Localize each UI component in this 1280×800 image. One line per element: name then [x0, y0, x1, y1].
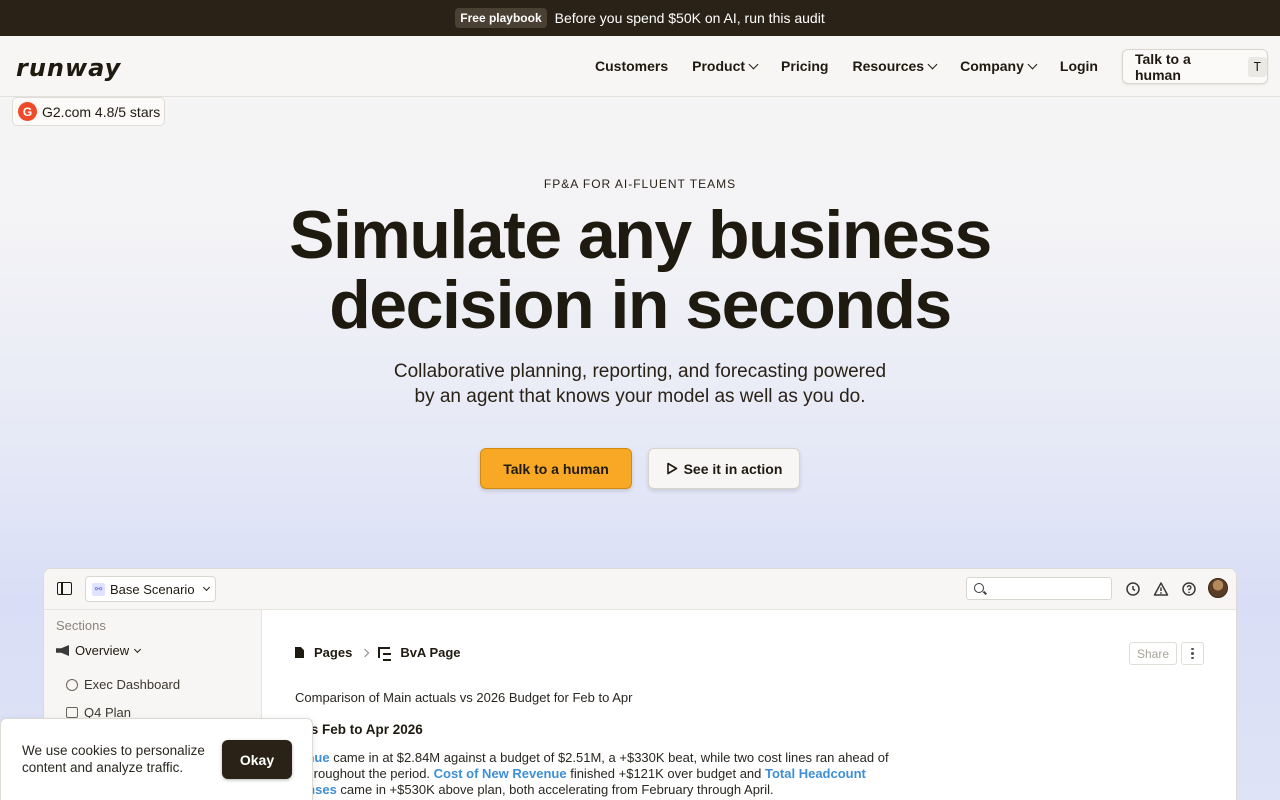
warning-icon[interactable]	[1152, 580, 1169, 597]
tree-icon	[378, 647, 392, 661]
nav-pricing[interactable]: Pricing	[781, 58, 828, 74]
nav-customers[interactable]: Customers	[595, 58, 668, 74]
doc-paragraph: venue came in at $2.84M against a budget…	[292, 750, 912, 798]
scenario-label: Base Scenario	[110, 581, 195, 597]
nav-login-label: Login	[1059, 58, 1098, 74]
sidebar-item-overview[interactable]: Overview	[56, 643, 142, 658]
chevron-down-icon	[202, 583, 210, 592]
scenario-icon: ⚯	[92, 582, 105, 596]
announcement-pill[interactable]: Free playbook	[455, 8, 547, 28]
hero-title-line1: Simulate any business	[289, 197, 992, 273]
doc-intro: Comparison of Main actuals vs 2026 Budge…	[295, 690, 633, 705]
more-options-icon[interactable]	[1181, 642, 1204, 665]
nav-pricing-label: Pricing	[781, 58, 829, 74]
hero-title: Simulate any business decision in second…	[0, 200, 1280, 340]
hero-subtitle-line1: Collaborative planning, reporting, and f…	[393, 361, 887, 382]
doc-text: came in +$530K above plan, both accelera…	[336, 782, 774, 797]
scenario-selector[interactable]: ⚯ Base Scenario	[85, 576, 216, 602]
nav-resources[interactable]: Resources	[852, 58, 938, 74]
cookie-banner: We use cookies to personalize content an…	[0, 718, 313, 800]
share-button[interactable]: Share	[1129, 642, 1177, 665]
see-it-in-action-button[interactable]: See it in action	[648, 448, 800, 489]
megaphone-icon	[56, 645, 69, 656]
play-icon	[666, 462, 678, 475]
breadcrumb-bva-page[interactable]: BvA Page	[400, 645, 460, 660]
talk-to-human-hero-button[interactable]: Talk to a human	[480, 448, 632, 489]
announcement-message[interactable]: Before you spend $50K on AI, run this au…	[555, 10, 825, 26]
keyboard-shortcut-badge: T	[1247, 56, 1267, 77]
doc-heading: tals Feb to Apr 2026	[295, 722, 423, 737]
doc-text: n throughout the period.	[292, 766, 434, 781]
logo[interactable]: runway	[16, 54, 121, 82]
hero-title-line2: decision in seconds	[329, 267, 952, 343]
dashboard-icon	[66, 678, 78, 691]
chevron-down-icon	[1027, 59, 1038, 69]
cost-of-new-revenue-link[interactable]: Cost of New Revenue	[434, 766, 567, 781]
nav-company[interactable]: Company	[960, 58, 1038, 74]
nav-company-label: Company	[960, 58, 1024, 74]
g2-rating-text: G2.com 4.8/5 stars	[42, 103, 161, 120]
see-it-in-action-label: See it in action	[683, 460, 783, 477]
announcement-bar[interactable]: Free playbook Before you spend $50K on A…	[0, 0, 1280, 36]
app-toolbar: ⚯ Base Scenario	[44, 569, 1236, 610]
sidebar-toggle-icon[interactable]	[57, 582, 72, 595]
search-icon	[974, 583, 984, 593]
help-icon[interactable]	[1180, 580, 1197, 597]
chevron-right-icon	[361, 648, 370, 657]
breadcrumb: Pages BvA Page	[295, 645, 461, 661]
g2-logo-icon: G	[18, 102, 37, 121]
nav-product-label: Product	[692, 58, 746, 74]
nav-resources-label: Resources	[852, 58, 925, 74]
g2-rating-badge[interactable]: G G2.com 4.8/5 stars	[12, 97, 165, 126]
nav-login[interactable]: Login	[1060, 58, 1098, 74]
sidebar-item-label: Overview	[75, 643, 130, 658]
page-icon	[295, 647, 304, 658]
calendar-icon	[66, 707, 78, 718]
doc-text: finished +$121K over budget and	[566, 766, 765, 781]
breadcrumb-pages[interactable]: Pages	[314, 645, 352, 660]
doc-text: came in at $2.84M against a budget of $2…	[329, 750, 889, 765]
app-document: Pages BvA Page Share Comparison of Main …	[262, 610, 1236, 800]
chevron-down-icon	[927, 59, 938, 69]
talk-to-human-label: Talk to a human	[1135, 50, 1191, 83]
site-header: runway Customers Product Pricing Resourc…	[0, 36, 1280, 97]
hero-subtitle-line2: by an agent that knows your model as wel…	[414, 386, 866, 407]
cookie-okay-button[interactable]: Okay	[222, 740, 292, 779]
main-nav: Customers Product Pricing Resources Comp…	[595, 36, 1098, 96]
sections-label: Sections	[56, 618, 106, 633]
hero-eyebrow: FP&A FOR AI-FLUENT TEAMS	[543, 177, 737, 191]
history-icon[interactable]	[1124, 580, 1141, 597]
chevron-down-icon	[748, 59, 759, 69]
talk-to-human-nav-button[interactable]: Talk to a human T	[1122, 49, 1268, 84]
app-search-input[interactable]	[966, 577, 1112, 600]
sidebar-item-label: Exec Dashboard	[84, 677, 181, 692]
hero-subtitle: Collaborative planning, reporting, and f…	[0, 359, 1280, 409]
total-headcount-link[interactable]: Total Headcount	[765, 766, 866, 781]
cookie-text: We use cookies to personalize content an…	[22, 743, 205, 775]
user-avatar[interactable]	[1208, 578, 1228, 598]
chevron-down-icon	[134, 645, 142, 653]
nav-customers-label: Customers	[595, 58, 669, 74]
nav-product[interactable]: Product	[692, 58, 759, 74]
